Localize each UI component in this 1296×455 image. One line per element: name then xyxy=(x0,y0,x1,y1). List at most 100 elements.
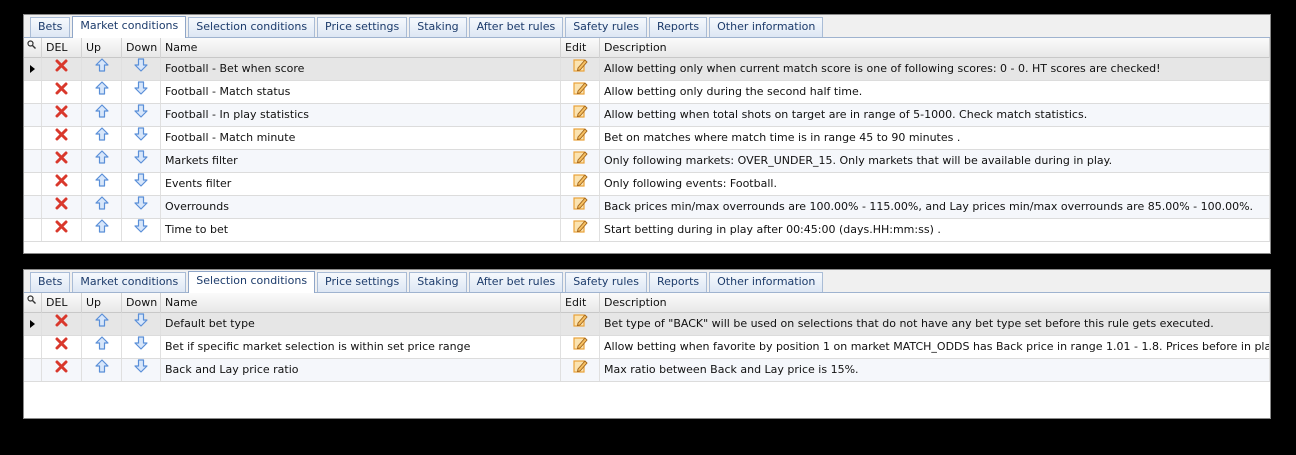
arrow-down-icon[interactable] xyxy=(134,81,148,103)
delete-icon[interactable] xyxy=(55,196,68,218)
edit-icon[interactable] xyxy=(572,313,588,335)
delete-icon[interactable] xyxy=(55,127,68,149)
tab-safety-rules[interactable]: Safety rules xyxy=(565,17,647,37)
delete-icon[interactable] xyxy=(55,219,68,241)
arrow-down-icon[interactable] xyxy=(134,313,148,335)
arrow-down-icon[interactable] xyxy=(134,150,148,172)
table-row[interactable]: Football - Bet when score Allow betting o… xyxy=(24,58,1270,81)
edit-icon[interactable] xyxy=(572,173,588,195)
column-header-del[interactable]: DEL xyxy=(42,293,82,313)
table-row[interactable]: Default bet type Bet type of "BACK" will … xyxy=(24,313,1270,336)
edit-icon[interactable] xyxy=(572,81,588,103)
arrow-up-icon[interactable] xyxy=(94,104,109,126)
arrow-down-icon[interactable] xyxy=(134,359,148,381)
rule-name: Overrounds xyxy=(161,196,561,218)
edit-icon[interactable] xyxy=(572,104,588,126)
arrow-up-icon[interactable] xyxy=(94,359,109,381)
arrow-up-icon[interactable] xyxy=(94,336,109,358)
column-header-down[interactable]: Down xyxy=(122,38,161,58)
arrow-up-icon[interactable] xyxy=(94,196,109,218)
search-icon[interactable] xyxy=(27,295,36,307)
tab-price-settings[interactable]: Price settings xyxy=(317,272,408,292)
delete-cell xyxy=(42,196,82,218)
column-header-up[interactable]: Up xyxy=(82,38,122,58)
column-header-del[interactable]: DEL xyxy=(42,38,82,58)
delete-icon[interactable] xyxy=(55,313,68,335)
edit-icon[interactable] xyxy=(572,196,588,218)
column-header-edit[interactable]: Edit xyxy=(561,293,600,313)
arrow-up-icon[interactable] xyxy=(94,127,109,149)
tab-staking[interactable]: Staking xyxy=(409,272,467,292)
move-up-cell xyxy=(82,150,122,172)
arrow-down-icon[interactable] xyxy=(134,196,148,218)
column-header-search[interactable] xyxy=(24,38,42,58)
row-indicator xyxy=(24,58,42,80)
table-row[interactable]: Football - Match status Allow betting onl… xyxy=(24,81,1270,104)
tab-bets[interactable]: Bets xyxy=(30,272,71,292)
arrow-up-icon[interactable] xyxy=(94,58,109,80)
column-header-edit[interactable]: Edit xyxy=(561,38,600,58)
move-down-cell xyxy=(122,127,161,149)
table-row[interactable]: Markets filter Only following markets: OV… xyxy=(24,150,1270,173)
edit-icon[interactable] xyxy=(572,58,588,80)
column-header-description[interactable]: Description xyxy=(600,38,1270,58)
column-header-search[interactable] xyxy=(24,293,42,313)
move-down-cell xyxy=(122,58,161,80)
tab-price-settings[interactable]: Price settings xyxy=(317,17,408,37)
tab-bets[interactable]: Bets xyxy=(30,17,71,37)
edit-icon[interactable] xyxy=(572,127,588,149)
rules-panel-market-conditions: Bets Market conditions Selection condition… xyxy=(23,14,1271,254)
column-header-up[interactable]: Up xyxy=(82,293,122,313)
table-row[interactable]: Overrounds Back prices min/max overrounds… xyxy=(24,196,1270,219)
arrow-down-icon[interactable] xyxy=(134,336,148,358)
arrow-up-icon[interactable] xyxy=(94,173,109,195)
table-row[interactable]: Events filter Only following events: Foot… xyxy=(24,173,1270,196)
edit-icon[interactable] xyxy=(572,336,588,358)
delete-icon[interactable] xyxy=(55,58,68,80)
arrow-down-icon[interactable] xyxy=(134,127,148,149)
column-header-name[interactable]: Name xyxy=(161,293,561,313)
table-row[interactable]: Bet if specific market selection is with… xyxy=(24,336,1270,359)
arrow-down-icon[interactable] xyxy=(134,219,148,241)
tab-market-conditions[interactable]: Market conditions xyxy=(72,16,187,38)
table-row[interactable]: Back and Lay price ratio Max ratio betwee… xyxy=(24,359,1270,382)
tab-after-bet-rules[interactable]: After bet rules xyxy=(468,17,564,37)
table-row[interactable]: Football - Match minute Bet on matches wh… xyxy=(24,127,1270,150)
tab-market-conditions[interactable]: Market conditions xyxy=(72,272,187,292)
edit-icon[interactable] xyxy=(572,219,588,241)
tab-safety-rules[interactable]: Safety rules xyxy=(565,272,647,292)
edit-icon[interactable] xyxy=(572,359,588,381)
tab-selection-conditions[interactable]: Selection conditions xyxy=(188,17,316,37)
arrow-up-icon[interactable] xyxy=(94,81,109,103)
tab-reports[interactable]: Reports xyxy=(648,272,708,292)
arrow-up-icon[interactable] xyxy=(94,150,109,172)
tab-selection-conditions[interactable]: Selection conditions xyxy=(188,271,316,293)
column-header-description[interactable]: Description xyxy=(600,293,1270,313)
delete-icon[interactable] xyxy=(55,336,68,358)
delete-icon[interactable] xyxy=(55,150,68,172)
tab-reports[interactable]: Reports xyxy=(648,17,708,37)
table-row[interactable]: Football - In play statistics Allow betti… xyxy=(24,104,1270,127)
edit-icon[interactable] xyxy=(572,150,588,172)
arrow-down-icon[interactable] xyxy=(134,58,148,80)
search-icon[interactable] xyxy=(27,40,36,52)
arrow-down-icon[interactable] xyxy=(134,173,148,195)
edit-cell xyxy=(561,58,600,80)
delete-icon[interactable] xyxy=(55,173,68,195)
tab-after-bet-rules[interactable]: After bet rules xyxy=(468,272,564,292)
table-row[interactable]: Time to bet Start betting during in play … xyxy=(24,219,1270,242)
delete-icon[interactable] xyxy=(55,81,68,103)
grid-header: DEL Up Down Name Edit Description xyxy=(24,38,1270,58)
arrow-down-icon[interactable] xyxy=(134,104,148,126)
column-header-down[interactable]: Down xyxy=(122,293,161,313)
move-down-cell xyxy=(122,359,161,381)
tab-other-information[interactable]: Other information xyxy=(709,272,824,292)
delete-icon[interactable] xyxy=(55,104,68,126)
tab-staking[interactable]: Staking xyxy=(409,17,467,37)
tab-other-information[interactable]: Other information xyxy=(709,17,824,37)
arrow-up-icon[interactable] xyxy=(94,219,109,241)
column-header-name[interactable]: Name xyxy=(161,38,561,58)
rules-grid: DEL Up Down Name Edit Description Football - … xyxy=(24,38,1270,253)
arrow-up-icon[interactable] xyxy=(94,313,109,335)
delete-icon[interactable] xyxy=(55,359,68,381)
